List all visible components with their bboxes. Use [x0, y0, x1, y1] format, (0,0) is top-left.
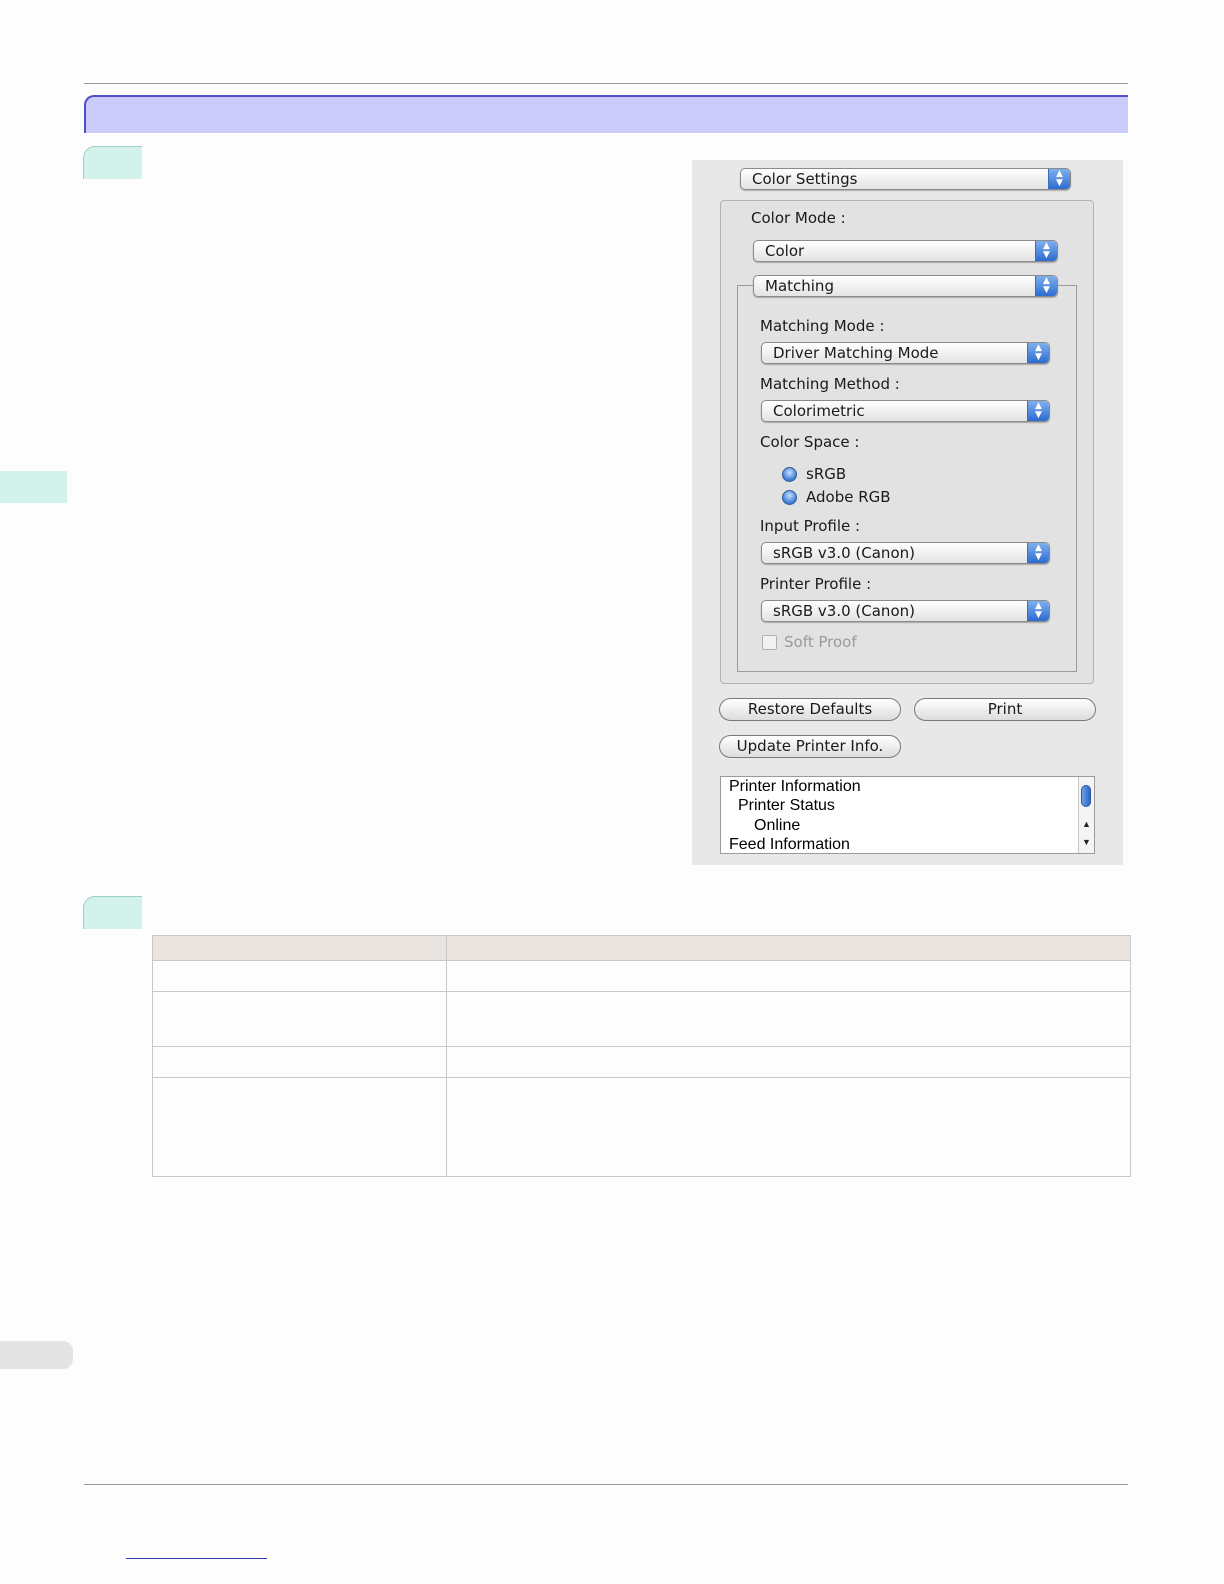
step-marker-1	[83, 146, 142, 179]
section-title-bar	[84, 95, 1128, 133]
table-cell	[446, 1077, 1131, 1177]
settings-table	[152, 935, 1131, 1177]
input-profile-value: sRGB v3.0 (Canon)	[773, 544, 915, 562]
table-header-row	[152, 935, 1131, 961]
table-row	[152, 1046, 1131, 1078]
popup-arrows-icon: ▲ ▼	[1027, 343, 1049, 363]
step-marker-2	[83, 896, 142, 929]
list-item[interactable]: Printer Information	[729, 778, 861, 796]
printer-profile-value: sRGB v3.0 (Canon)	[773, 602, 915, 620]
scroll-down-arrow-icon[interactable]: ▼	[1080, 837, 1093, 847]
top-rule	[84, 83, 1128, 84]
srgb-radio-label: sRGB	[806, 465, 847, 483]
scroll-up-arrow-icon[interactable]: ▲	[1080, 819, 1093, 829]
chapter-side-tab	[0, 471, 67, 503]
table-cell	[152, 960, 447, 992]
list-item[interactable]: Online	[754, 817, 800, 835]
table-cell	[152, 1077, 447, 1177]
matching-mode-value: Driver Matching Mode	[773, 344, 939, 362]
popup-arrows-icon: ▲ ▼	[1035, 276, 1057, 296]
matching-method-popup[interactable]: Colorimetric ▲ ▼	[761, 400, 1050, 422]
panel-popup-value: Color Settings	[752, 170, 858, 188]
color-space-label: Color Space :	[760, 433, 860, 451]
matching-method-value: Colorimetric	[773, 402, 865, 420]
input-profile-label: Input Profile :	[760, 517, 861, 535]
list-item[interactable]: Feed Information	[729, 836, 850, 853]
restore-defaults-button[interactable]: Restore Defaults	[719, 698, 901, 721]
table-header-cell	[446, 935, 1131, 961]
adobe-rgb-radio-label: Adobe RGB	[806, 488, 891, 506]
soft-proof-checkbox[interactable]	[762, 635, 777, 650]
scrollbar-thumb[interactable]	[1081, 785, 1091, 807]
printer-profile-popup[interactable]: sRGB v3.0 (Canon) ▲ ▼	[761, 600, 1050, 622]
color-settings-dialog: Color Settings ▲ ▼ Color Mode : Color ▲ ▼ …	[692, 160, 1123, 865]
matching-section-value: Matching	[765, 277, 834, 295]
printer-info-list[interactable]: Printer Information Printer Status Onlin…	[720, 776, 1095, 854]
color-mode-value: Color	[765, 242, 805, 260]
popup-arrows-icon: ▲ ▼	[1027, 401, 1049, 421]
matching-method-label: Matching Method :	[760, 375, 900, 393]
table-cell	[446, 960, 1131, 992]
popup-arrows-icon: ▲ ▼	[1027, 601, 1049, 621]
page-side-tab	[0, 1341, 73, 1369]
matching-mode-label: Matching Mode :	[760, 317, 885, 335]
popup-arrows-icon: ▲ ▼	[1048, 169, 1070, 189]
table-cell	[152, 991, 447, 1047]
table-cell	[446, 1046, 1131, 1078]
popup-arrows-icon: ▲ ▼	[1027, 543, 1049, 563]
table-cell	[446, 991, 1131, 1047]
update-printer-info-button[interactable]: Update Printer Info.	[719, 735, 901, 758]
table-header-cell	[152, 935, 447, 961]
table-row	[152, 960, 1131, 992]
input-profile-popup[interactable]: sRGB v3.0 (Canon) ▲ ▼	[761, 542, 1050, 564]
bottom-rule	[84, 1484, 1128, 1485]
matching-mode-popup[interactable]: Driver Matching Mode ▲ ▼	[761, 342, 1050, 364]
print-button[interactable]: Print	[914, 698, 1096, 721]
table-row	[152, 1077, 1131, 1177]
matching-section-popup[interactable]: Matching ▲ ▼	[753, 275, 1058, 297]
table-row	[152, 991, 1131, 1047]
panel-popup[interactable]: Color Settings ▲ ▼	[740, 168, 1071, 190]
table-cell	[152, 1046, 447, 1078]
color-mode-label: Color Mode :	[751, 209, 846, 227]
soft-proof-label: Soft Proof	[784, 633, 857, 651]
srgb-radio[interactable]	[782, 467, 797, 482]
color-mode-popup[interactable]: Color ▲ ▼	[753, 240, 1058, 262]
list-item[interactable]: Printer Status	[738, 797, 835, 815]
printer-profile-label: Printer Profile :	[760, 575, 872, 593]
list-scrollbar[interactable]: ▲ ▼	[1078, 777, 1094, 853]
footer-link-underline[interactable]	[126, 1558, 267, 1559]
adobe-rgb-radio[interactable]	[782, 490, 797, 505]
popup-arrows-icon: ▲ ▼	[1035, 241, 1057, 261]
